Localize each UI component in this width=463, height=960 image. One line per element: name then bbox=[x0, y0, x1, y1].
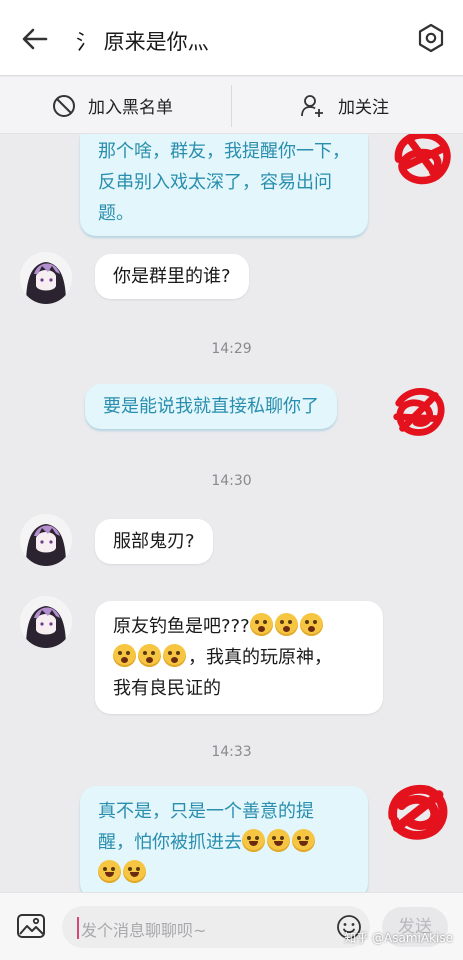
contact-avatar[interactable] bbox=[20, 596, 72, 648]
contact-avatar[interactable] bbox=[20, 252, 72, 304]
message-text: 那个啥，群友，我提醒你一下，反串别入戏太深了，容易出问题。 bbox=[98, 141, 350, 224]
outgoing-message[interactable]: 要是能说我就直接私聊你了 bbox=[85, 384, 337, 429]
contact-avatar[interactable] bbox=[20, 514, 72, 566]
timestamp: 14:29 bbox=[211, 341, 252, 357]
outgoing-message[interactable]: 那个啥，群友，我提醒你一下，反串别入戏太深了，容易出问题。 bbox=[80, 134, 368, 236]
follow-label: 加关注 bbox=[338, 98, 389, 118]
image-picker-icon[interactable] bbox=[16, 911, 46, 941]
redacted-avatar-scribble bbox=[394, 134, 451, 185]
redacted-avatar-scribble bbox=[388, 784, 448, 840]
screaming-face-emoji-icon bbox=[113, 644, 136, 667]
settings-hexagon-icon[interactable] bbox=[415, 22, 447, 54]
composer-bar: 发个消息聊聊呗~ 发送 知乎 @AsamiAkise bbox=[0, 892, 463, 960]
message-line: 原友钓鱼是吧??? bbox=[113, 611, 365, 642]
timestamp: 14:30 bbox=[211, 473, 252, 489]
incoming-message[interactable]: 原友钓鱼是吧??? ，我真的玩原神， 我有良民证的 bbox=[95, 601, 383, 714]
watermark: 知乎 @AsamiAkise bbox=[344, 931, 453, 945]
add-user-icon bbox=[301, 94, 323, 117]
divider bbox=[231, 85, 232, 127]
message-line bbox=[98, 858, 350, 889]
screaming-face-emoji-icon bbox=[299, 613, 323, 636]
message-line: 真不是，只是一个善意的提 bbox=[98, 801, 314, 822]
message-text: 服部鬼刃? bbox=[113, 531, 195, 552]
anime-girl-avatar-icon bbox=[20, 514, 72, 566]
anime-girl-avatar-icon bbox=[20, 252, 72, 304]
block-label: 加入黑名单 bbox=[88, 98, 173, 118]
sweat-smile-emoji-icon bbox=[267, 829, 290, 852]
message-text: ，我真的玩原神， bbox=[188, 647, 332, 668]
sweat-smile-emoji-icon bbox=[98, 860, 121, 883]
screaming-face-emoji-icon bbox=[274, 613, 298, 636]
message-line: ，我真的玩原神， bbox=[113, 642, 365, 673]
timestamp: 14:33 bbox=[211, 744, 252, 760]
incoming-message[interactable]: 你是群里的谁? bbox=[95, 254, 249, 299]
chat-title: 氵 原来是你灬 bbox=[76, 30, 209, 54]
message-text: 要是能说我就直接私聊你了 bbox=[103, 396, 319, 417]
back-arrow-icon[interactable] bbox=[20, 24, 50, 54]
message-line: 我有良民证的 bbox=[113, 678, 221, 699]
screaming-face-emoji-icon bbox=[138, 644, 161, 667]
incoming-message[interactable]: 服部鬼刃? bbox=[95, 519, 213, 564]
block-button[interactable]: 加入黑名单 bbox=[52, 77, 173, 134]
screaming-face-emoji-icon bbox=[163, 644, 186, 667]
action-bar: 加入黑名单 加关注 bbox=[0, 77, 463, 134]
message-line: 醒，怕你被抓进去 bbox=[98, 827, 350, 858]
text-caret bbox=[77, 917, 79, 939]
message-text: 你是群里的谁? bbox=[113, 266, 231, 287]
message-input[interactable]: 发个消息聊聊呗~ bbox=[62, 906, 370, 948]
anime-girl-avatar-icon bbox=[20, 596, 72, 648]
message-text: 原友钓鱼是吧??? bbox=[113, 616, 250, 637]
redacted-avatar-scribble bbox=[393, 388, 445, 436]
block-icon bbox=[53, 94, 75, 117]
sweat-smile-emoji-icon bbox=[292, 829, 315, 852]
chat-area[interactable]: 那个啥，群友，我提醒你一下，反串别入戏太深了，容易出问题。 你是群里的谁? 14… bbox=[0, 134, 463, 892]
message-text: 醒，怕你被抓进去 bbox=[98, 832, 242, 853]
outgoing-message[interactable]: 真不是，只是一个善意的提 醒，怕你被抓进去 bbox=[80, 786, 368, 892]
screaming-face-emoji-icon bbox=[249, 613, 273, 636]
message-input-placeholder: 发个消息聊聊呗~ bbox=[81, 921, 207, 940]
follow-button[interactable]: 加关注 bbox=[300, 77, 389, 134]
sweat-smile-emoji-icon bbox=[242, 829, 265, 852]
top-bar: 氵 原来是你灬 bbox=[0, 0, 463, 76]
sweat-smile-emoji-icon bbox=[123, 860, 146, 883]
